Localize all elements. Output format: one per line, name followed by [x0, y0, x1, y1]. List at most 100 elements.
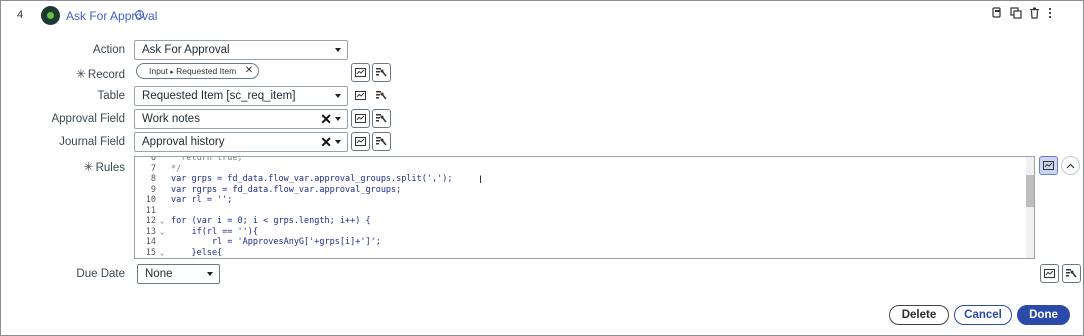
step-status-icon [41, 6, 60, 25]
table-select[interactable]: Requested Item [sc_req_item] [134, 86, 348, 106]
approval-field-value: Work notes [142, 113, 200, 125]
code-line[interactable]: 13 ⌄ if(rl == ''){ [135, 227, 1034, 238]
due-date-label: Due Date [76, 268, 125, 280]
chevron-down-icon [335, 140, 341, 144]
data-pill-picker-icon [1043, 161, 1054, 170]
done-button[interactable]: Done [1017, 305, 1070, 325]
due-date-select[interactable]: None [137, 264, 220, 284]
data-pill-picker-icon [1044, 269, 1055, 278]
help-icon[interactable]: ? [135, 10, 144, 19]
data-pill-picker-icon [355, 68, 366, 77]
journal-field-value: Approval history [142, 136, 225, 148]
code-text: for (var i = 0; i < grps.length; i++) { [171, 216, 371, 226]
line-number: 11 [145, 205, 156, 216]
table-data-pill-picker-button[interactable] [351, 86, 370, 105]
fold-chevron-icon[interactable]: ⌄ [160, 227, 164, 238]
chevron-down-icon [335, 117, 341, 121]
text-cursor-icon: I [479, 174, 483, 186]
code-line[interactable]: 9 var rgrps = fd_data.flow_var.approval_g… [135, 185, 1034, 196]
script-toggle-icon [376, 136, 387, 145]
code-text: var grps = fd_data.flow_var.approval_gro… [171, 174, 453, 184]
record-data-pill-picker-button[interactable] [351, 63, 370, 82]
code-line[interactable]: 16 rl = rl +'|AnyG['+grps[i]+']'; [135, 258, 1034, 259]
due-date-script-button[interactable] [1062, 264, 1081, 283]
code-text: var rl = ''; [171, 195, 233, 205]
more-icon[interactable] [1048, 7, 1059, 19]
editor-scroll-thumb[interactable] [1026, 175, 1034, 207]
code-line[interactable]: 11 [135, 206, 1034, 217]
rules-script-toggle-button[interactable] [1039, 156, 1058, 175]
script-toggle-icon [376, 67, 387, 76]
code-line[interactable]: 6 return true; [135, 156, 1034, 164]
code-line[interactable]: 10 var rl = ''; [135, 195, 1034, 206]
required-icon: ✳ [75, 67, 86, 81]
line-number: 7 [150, 163, 156, 174]
script-toggle-icon [376, 90, 387, 99]
clear-icon[interactable]: ✕ [320, 133, 332, 151]
record-script-button[interactable] [372, 63, 391, 82]
pill-separator-icon: ▸ [170, 69, 174, 76]
rules-script-editor[interactable]: 6 return true; 7 */8 var grps = fd_data.flo… [134, 156, 1035, 259]
pill-source: Input [149, 66, 168, 76]
journal-field-script-button[interactable] [372, 132, 391, 151]
line-number: 12 [145, 216, 156, 226]
code-line[interactable]: 7 */ [135, 164, 1034, 175]
code-text: if(rl == ''){ [171, 226, 258, 237]
copy-icon[interactable] [991, 7, 1002, 19]
rules-label: ✳ Rules [83, 160, 125, 174]
code-text: rl = rl +'|AnyG['+grps[i]+']'; [171, 258, 365, 259]
code-line[interactable]: 12 ⌄ for (var i = 0; i < grps.length; i++)… [135, 216, 1034, 227]
script-toggle-icon [1066, 268, 1077, 277]
line-number: 8 [150, 174, 156, 184]
required-icon: ✳ [83, 160, 94, 174]
table-label: Table [97, 90, 126, 102]
code-text: }else{ [171, 247, 223, 258]
code-line[interactable]: 8 var grps = fd_data.flow_var.approval_gr… [135, 174, 1034, 185]
journal-field-label: Journal Field [59, 136, 125, 148]
collapse-editor-button[interactable] [1061, 156, 1080, 175]
code-text: rl = 'ApprovesAnyG['+grps[i]+']'; [171, 237, 381, 247]
code-text: var rgrps = fd_data.flow_var.approval_gr… [171, 184, 402, 195]
record-label: ✳ Record [75, 67, 125, 81]
table-script-button[interactable] [372, 86, 391, 105]
chevron-down-icon [207, 272, 213, 276]
editor-scrollbar[interactable] [1026, 157, 1034, 258]
record-data-pill[interactable]: Input ▸ Requested Item ✕ [136, 63, 260, 79]
data-pill-picker-icon [355, 91, 366, 100]
line-number: 14 [145, 237, 156, 247]
data-pill-picker-icon [355, 137, 366, 146]
approval-field-select[interactable]: Work notes ✕ [134, 109, 348, 129]
action-label: Action [93, 44, 125, 56]
remove-pill-icon[interactable]: ✕ [245, 64, 253, 78]
due-date-value: None [145, 268, 173, 280]
delete-button[interactable]: Delete [889, 305, 949, 325]
code-text: return true; [171, 156, 243, 163]
chevron-down-icon [335, 48, 341, 52]
approval-field-label: Approval Field [51, 113, 125, 125]
cancel-button[interactable]: Cancel [954, 305, 1012, 325]
clear-icon[interactable]: ✕ [320, 110, 332, 128]
approval-field-data-pill-picker-button[interactable] [351, 109, 370, 128]
action-select[interactable]: Ask For Approval [134, 40, 348, 60]
line-number: 16 [141, 258, 156, 259]
script-toggle-icon [376, 113, 387, 122]
fold-chevron-icon[interactable]: ⌄ [160, 248, 164, 259]
chevron-down-icon [335, 94, 341, 98]
line-number: 9 [150, 184, 156, 195]
approval-field-script-button[interactable] [372, 109, 391, 128]
code-line[interactable]: 15 ⌄ }else{ [135, 248, 1034, 259]
line-number: 13 [145, 226, 156, 237]
duplicate-icon[interactable] [1010, 7, 1022, 19]
line-number: 15 [145, 247, 156, 258]
line-number: 10 [145, 195, 156, 205]
trash-icon[interactable] [1029, 7, 1040, 19]
action-value: Ask For Approval [142, 44, 230, 56]
journal-field-data-pill-picker-button[interactable] [351, 132, 370, 151]
due-date-data-pill-picker-button[interactable] [1040, 264, 1059, 283]
code-line[interactable]: 14 rl = 'ApprovesAnyG['+grps[i]+']'; [135, 237, 1034, 248]
pill-value: Requested Item [176, 66, 237, 76]
fold-chevron-icon[interactable]: ⌄ [160, 216, 164, 227]
journal-field-select[interactable]: Approval history ✕ [134, 132, 348, 152]
step-toolbar [991, 7, 1059, 19]
table-value: Requested Item [sc_req_item] [142, 90, 296, 102]
